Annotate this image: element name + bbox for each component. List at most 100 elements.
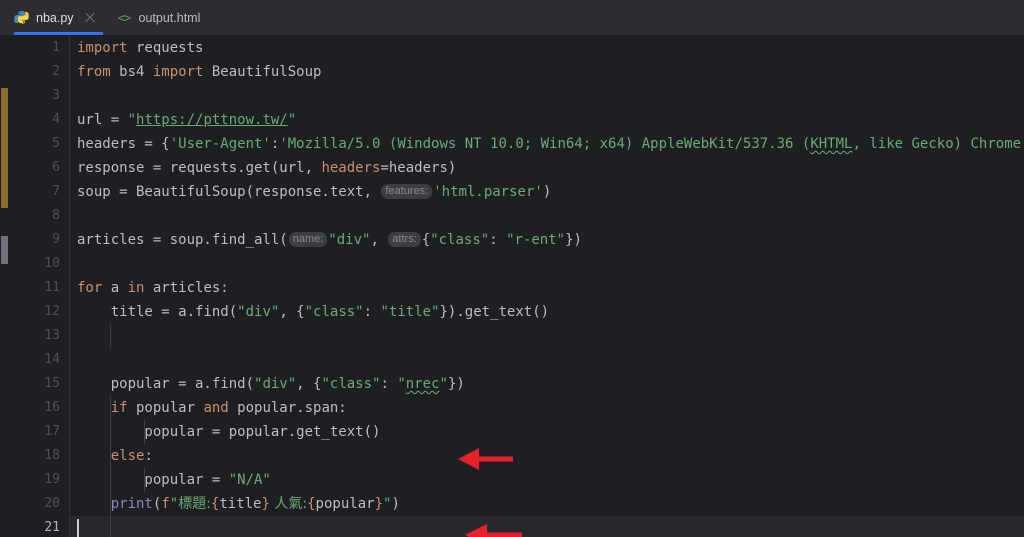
tab-label-nba-py: nba.py	[36, 10, 74, 25]
code-line-6[interactable]: response = requests.get(url, headers=hea…	[70, 156, 456, 180]
code-line-15[interactable]: popular = a.find("div", {"class": "nrec"…	[70, 372, 465, 396]
token-fstring-prefix: f	[161, 496, 170, 512]
token-rest: =headers)	[380, 160, 457, 176]
token-builtin-print: print	[110, 496, 153, 512]
token-keyword: else	[77, 448, 145, 464]
line-number: 7	[52, 184, 60, 199]
token-string: "title"	[380, 304, 440, 320]
code-line-3[interactable]	[70, 84, 77, 108]
token-name: BeautifulSoup	[203, 64, 322, 80]
code-line-16[interactable]: if popular and popular.span:	[70, 396, 347, 420]
token-brace: }	[374, 496, 383, 512]
line-number: 19	[44, 472, 60, 487]
code-line-14[interactable]	[70, 348, 77, 372]
token-keyword: in	[127, 280, 145, 296]
code-line-5[interactable]: headers = {'User-Agent':'Mozilla/5.0 (Wi…	[70, 132, 1021, 156]
code-line-2[interactable]: from bs4 import BeautifulSoup	[70, 60, 321, 84]
tab-output-html[interactable]: <> output.html	[107, 0, 211, 35]
token-brace: }	[261, 496, 270, 512]
indent-guide	[110, 324, 111, 348]
line-number-gutter: 1 2 3 4 5 6 7 8 9 10 11 12 13 14 15 16 1…	[9, 36, 70, 537]
line-number: 15	[44, 376, 60, 391]
code-line-4[interactable]: url = "https://pttnow.tw/"	[70, 108, 296, 132]
token-punct: )	[391, 496, 400, 512]
code-line-19[interactable]: popular = "N/A"	[70, 468, 271, 492]
token-module: requests	[127, 40, 204, 56]
line-number: 12	[44, 304, 60, 319]
token-keyword: from	[77, 64, 111, 80]
token-spellcheck-khtml: KHTML	[810, 136, 853, 152]
line-number: 11	[44, 280, 60, 295]
line-number: 9	[52, 232, 60, 247]
token-variable: headers = {	[77, 136, 170, 152]
line-number: 14	[44, 352, 60, 367]
code-line-8[interactable]	[70, 204, 77, 228]
inline-param-hint-name[interactable]: name:	[288, 232, 328, 247]
code-line-10[interactable]	[70, 252, 77, 276]
close-icon[interactable]	[83, 11, 97, 25]
vcs-modified-marker[interactable]	[1, 88, 8, 208]
line-number: 8	[52, 208, 60, 223]
line-number: 2	[52, 64, 60, 79]
code-line-12[interactable]: title = a.find("div", {"class": "title"}…	[70, 300, 549, 324]
token-fstring-var-popular: popular	[315, 496, 375, 512]
token-punct: :	[363, 304, 381, 320]
token-punct: :	[380, 376, 398, 392]
token-string: "div"	[328, 232, 371, 248]
token-punct: {	[421, 232, 431, 248]
token-call: popular = a.find(	[77, 376, 255, 392]
line-number-current: 21	[44, 520, 60, 535]
token-punct: ,	[370, 232, 388, 248]
inline-param-hint-attrs[interactable]: attrs:	[388, 232, 421, 247]
token-string: 'Mozilla/5.0 (Windows NT 10.0; Win64; x6…	[279, 136, 811, 152]
line-number: 17	[44, 424, 60, 439]
code-line-1[interactable]: import requests	[70, 36, 203, 60]
code-line-17[interactable]: popular = popular.get_text()	[70, 420, 380, 444]
inline-param-hint-features[interactable]: features:	[381, 184, 433, 199]
python-file-icon	[14, 10, 29, 25]
token-named-arg: headers	[321, 160, 381, 176]
token-call: soup = BeautifulSoup(response.text,	[77, 184, 381, 200]
token-spellcheck-nrec: nrec	[405, 376, 440, 392]
token-variable: a	[102, 280, 128, 296]
token-string: 'User-Agent'	[169, 136, 271, 152]
token-call: response = requests.get(url,	[77, 160, 322, 176]
code-content[interactable]: import requests from bs4 import Beautifu…	[70, 36, 1024, 537]
line-number: 1	[52, 40, 60, 55]
arrow-pointing-line-20	[465, 524, 522, 537]
token-punct: , {	[296, 376, 322, 392]
code-line-13[interactable]	[70, 324, 77, 348]
token-call: title = a.find(	[77, 304, 238, 320]
token-string: "class"	[430, 232, 490, 248]
code-line-21[interactable]	[70, 516, 77, 537]
code-line-20[interactable]: print(f"標題:{title} 人氣:{popular}")	[70, 492, 400, 516]
token-rest: }).get_text()	[439, 304, 550, 320]
line-number: 10	[44, 256, 60, 271]
token-assign: popular = popular.get_text()	[77, 424, 381, 440]
token-keyword: import	[152, 64, 204, 80]
token-assign: popular =	[77, 472, 229, 488]
token-punct: , {	[279, 304, 305, 320]
code-editor[interactable]: 1 2 3 4 5 6 7 8 9 10 11 12 13 14 15 16 1…	[0, 36, 1024, 537]
vcs-scroll-marker[interactable]	[1, 236, 8, 264]
code-line-9[interactable]: articles = soup.find_all(name: "div", att…	[70, 228, 582, 252]
token-punct: })	[565, 232, 582, 248]
code-line-7[interactable]: soup = BeautifulSoup(response.text, feat…	[70, 180, 551, 204]
code-line-11[interactable]: for a in articles:	[70, 276, 229, 300]
html-file-icon: <>	[117, 10, 131, 25]
token-string: "class"	[321, 376, 381, 392]
token-url-link[interactable]: https://pttnow.tw/	[136, 112, 288, 128]
code-line-18[interactable]: else:	[70, 444, 153, 468]
line-number: 16	[44, 400, 60, 415]
line-number: 20	[44, 496, 60, 511]
token-string: , like Gecko) Chrome	[852, 136, 1022, 152]
token-string: "r-ent"	[506, 232, 566, 248]
token-attr: popular.span:	[228, 400, 347, 416]
token-quote: "	[397, 376, 406, 392]
token-call: articles = soup.find_all(	[77, 232, 288, 248]
pycharm-editor-window: nba.py <> output.html 1 2 3 4 5 6 7 8 9 …	[0, 0, 1024, 537]
token-string: "N/A"	[228, 472, 271, 488]
line-number: 3	[52, 88, 60, 103]
tab-nba-py[interactable]: nba.py	[0, 0, 107, 35]
token-module: bs4	[110, 64, 153, 80]
